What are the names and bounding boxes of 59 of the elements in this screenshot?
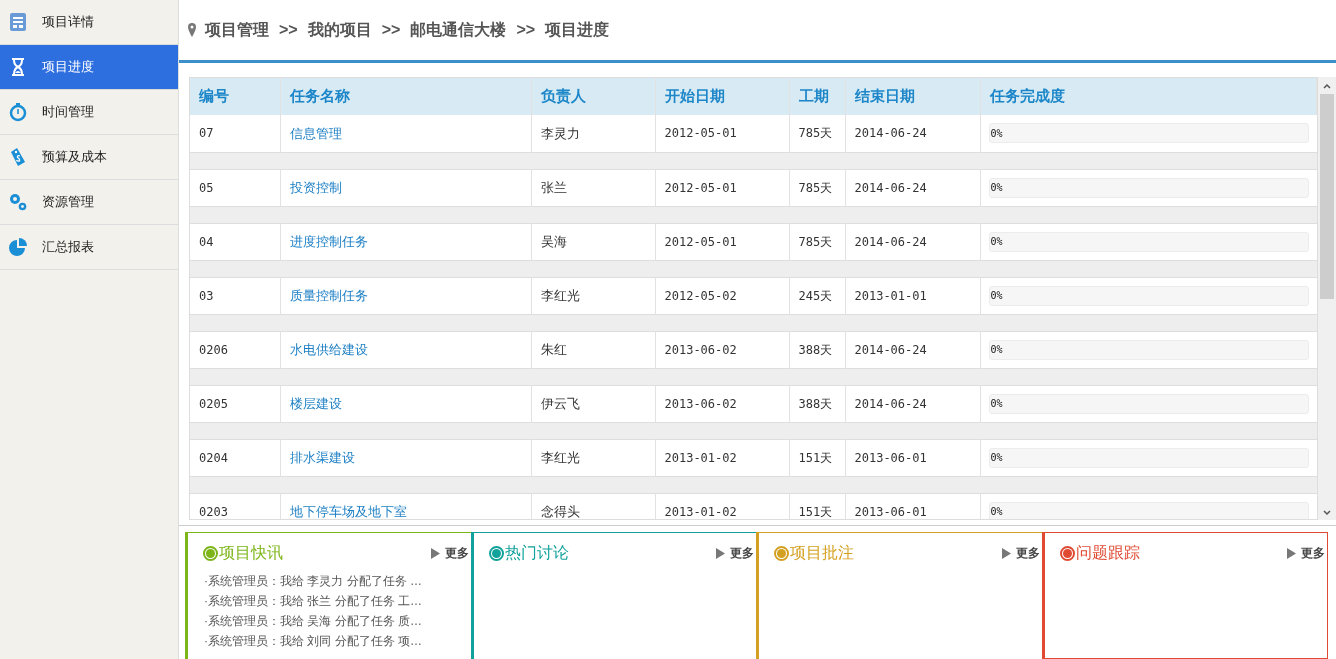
news-item[interactable]: ·系统管理员：我给 吴海 分配了任务 质… bbox=[204, 611, 471, 631]
more-link[interactable]: 更多 bbox=[716, 544, 754, 562]
progress-reading: 0% bbox=[989, 505, 1003, 519]
task-link[interactable]: 楼层建设 bbox=[289, 395, 342, 411]
progress-reading: 0% bbox=[989, 343, 1003, 357]
table-cell: 0203 bbox=[190, 493, 280, 519]
scroll-down-icon[interactable] bbox=[1323, 510, 1331, 516]
progress-reading: 0% bbox=[989, 126, 1003, 141]
sidebar-item[interactable]: 项目进度 bbox=[0, 45, 178, 90]
scrollbar[interactable] bbox=[1318, 77, 1336, 520]
progress-reading: 0% bbox=[989, 181, 1003, 195]
task-link[interactable]: 质量控制任务 bbox=[289, 287, 368, 303]
progress-reading: 0% bbox=[989, 397, 1003, 411]
task-link[interactable]: 进度控制任务 bbox=[289, 233, 368, 249]
sidebar-item[interactable]: 汇总报表 bbox=[0, 225, 178, 270]
task-link[interactable]: 水电供给建设 bbox=[289, 341, 368, 357]
panel-title: 项目批注 bbox=[790, 543, 854, 563]
sidebar-item[interactable]: 资源管理 bbox=[0, 180, 178, 225]
table-cell: 念得头 bbox=[531, 493, 655, 519]
breadcrumb-link[interactable]: 项目进度 bbox=[545, 18, 610, 42]
breadcrumb-link[interactable]: 我的项目 bbox=[307, 18, 372, 42]
progress-reading: 0% bbox=[989, 451, 1003, 465]
play-triangle-icon bbox=[1001, 547, 1011, 559]
play-triangle-icon bbox=[430, 547, 440, 559]
breadcrumb-separator: >> bbox=[381, 20, 401, 40]
pie-chart-icon bbox=[8, 237, 28, 257]
news-item[interactable]: ·系统管理员：我给 张兰 分配了任务 工… bbox=[204, 591, 471, 611]
sidebar-item[interactable]: 时间管理 bbox=[0, 90, 178, 135]
scrollbar-thumb[interactable] bbox=[1320, 94, 1334, 299]
table-cell: 2013-06-01 bbox=[845, 493, 980, 519]
table-cell: 2013-01-02 bbox=[655, 493, 789, 519]
task-link[interactable]: 排水渠建设 bbox=[289, 449, 355, 465]
sidebar-item[interactable]: 预算及成本 bbox=[0, 135, 178, 180]
panel-title: 问题跟踪 bbox=[1075, 543, 1140, 563]
more-link[interactable]: 更多 bbox=[430, 544, 469, 562]
scroll-up-icon[interactable] bbox=[1323, 83, 1331, 89]
breadcrumb-link[interactable]: 邮电通信大楼 bbox=[410, 18, 507, 42]
play-triangle-icon bbox=[716, 547, 725, 559]
price-tag-icon bbox=[8, 147, 28, 167]
breadcrumb-separator: >> bbox=[516, 20, 536, 40]
location-pin-icon bbox=[187, 22, 197, 38]
progress-reading: 0% bbox=[989, 235, 1003, 249]
form-icon bbox=[8, 12, 28, 32]
more-link[interactable]: 更多 bbox=[1287, 544, 1325, 562]
news-item[interactable]: ·系统管理员：我给 李灵力 分配了任务 … bbox=[204, 571, 471, 591]
panel-title: 项目快讯 bbox=[219, 543, 283, 563]
gears-icon bbox=[8, 192, 28, 212]
task-link[interactable]: 投资控制 bbox=[289, 179, 342, 195]
play-triangle-icon bbox=[1287, 547, 1296, 559]
news-item[interactable]: ·系统管理员：我给 刘同 分配了任务 项… bbox=[204, 631, 471, 651]
table-cell: 151天 bbox=[789, 493, 845, 519]
panel-title: 热门讨论 bbox=[504, 543, 569, 563]
stopwatch-icon bbox=[8, 102, 28, 122]
task-link[interactable]: 信息管理 bbox=[289, 125, 342, 141]
breadcrumb-link[interactable]: 项目管理 bbox=[205, 18, 269, 42]
progress-reading: 0% bbox=[989, 289, 1003, 303]
task-link[interactable]: 地下停车场及地下室 bbox=[289, 504, 407, 519]
more-link[interactable]: 更多 bbox=[1001, 544, 1040, 562]
breadcrumb-separator: >> bbox=[279, 20, 298, 40]
